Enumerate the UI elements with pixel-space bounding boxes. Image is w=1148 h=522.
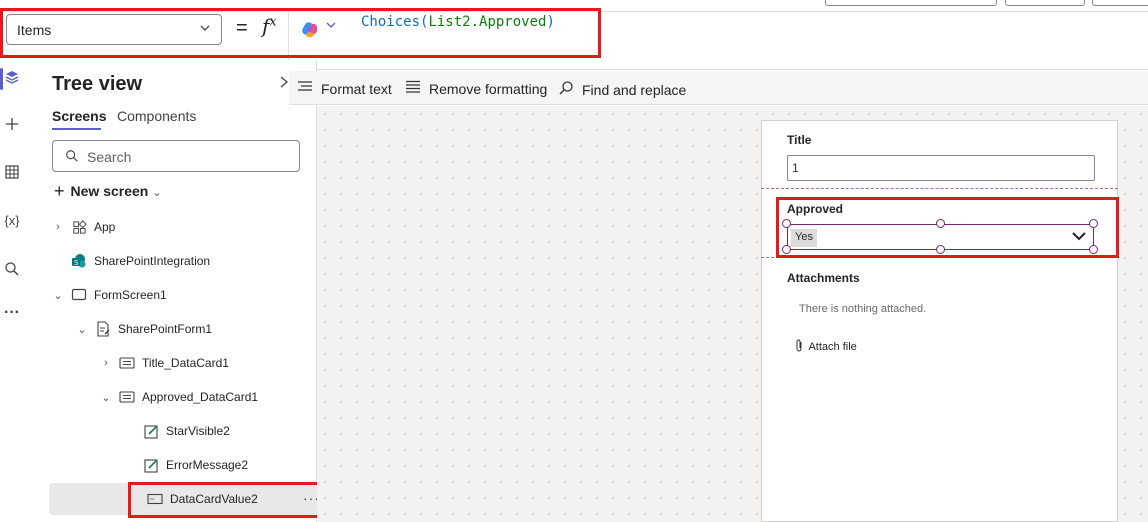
plus-icon[interactable] bbox=[0, 116, 24, 137]
node-label: SharePointForm1 bbox=[118, 322, 213, 336]
node-label: App bbox=[94, 220, 116, 234]
node-label: StarVisible2 bbox=[166, 424, 230, 438]
highlight-approved-field bbox=[776, 197, 1119, 258]
title-input[interactable]: 1 bbox=[787, 155, 1095, 181]
tab-screens[interactable]: Screens bbox=[52, 108, 106, 124]
tree-node-sharepointform1[interactable]: ⌄ SharePointForm1 bbox=[76, 312, 302, 346]
format-text-icon bbox=[297, 80, 313, 97]
tree-node-errormessage2[interactable]: ErrorMessage2 bbox=[136, 448, 302, 482]
top-button-3[interactable] bbox=[1092, 0, 1148, 6]
tree-search-input[interactable]: Search bbox=[52, 140, 300, 172]
new-screen-label: New screen bbox=[70, 183, 149, 199]
remove-formatting-button[interactable]: Remove formatting bbox=[405, 80, 547, 97]
format-toolbar: Format text Remove formatting Find and r… bbox=[289, 71, 1148, 105]
app-icon bbox=[70, 219, 88, 235]
tree-node-title-datacard1[interactable]: › Title_DataCard1 bbox=[100, 346, 302, 380]
tree-node-sharepointintegration[interactable]: S SharePointIntegration bbox=[52, 244, 302, 278]
tree-node-starvisible2[interactable]: StarVisible2 bbox=[136, 414, 302, 448]
label-edit-icon bbox=[142, 423, 160, 439]
sharepoint-icon: S bbox=[70, 253, 88, 269]
search-placeholder: Search bbox=[87, 149, 132, 165]
top-button-2[interactable] bbox=[1005, 0, 1085, 6]
chevron-right-icon: › bbox=[104, 357, 108, 369]
remove-formatting-icon bbox=[405, 80, 421, 97]
tree-node-app[interactable]: › App bbox=[52, 210, 302, 244]
variables-icon[interactable]: {x} bbox=[0, 213, 24, 228]
datacard-icon bbox=[118, 355, 136, 371]
chevron-down-icon: ⌄ bbox=[53, 289, 63, 302]
node-label: ErrorMessage2 bbox=[166, 458, 249, 472]
node-label: Approved_DataCard1 bbox=[142, 390, 259, 404]
highlight-datacardvalue2 bbox=[128, 482, 327, 518]
tree-node-approved-datacard1[interactable]: ⌄ Approved_DataCard1 bbox=[100, 380, 302, 414]
format-text-label: Format text bbox=[321, 80, 392, 97]
chevron-right-icon: › bbox=[56, 221, 60, 233]
find-replace-label: Find and replace bbox=[582, 81, 687, 98]
node-label: SharePointIntegration bbox=[94, 254, 211, 268]
format-text-button[interactable]: Format text bbox=[297, 80, 392, 97]
paperclip-icon bbox=[794, 339, 808, 353]
table-icon[interactable] bbox=[0, 164, 24, 185]
attach-file-link[interactable]: Attach file bbox=[794, 339, 857, 353]
title-label: Title bbox=[787, 133, 812, 147]
top-button-1[interactable] bbox=[825, 0, 997, 6]
search-icon bbox=[65, 149, 79, 168]
find-replace-button[interactable]: Find and replace bbox=[558, 80, 686, 99]
node-label: Title_DataCard1 bbox=[142, 356, 229, 370]
screen-icon bbox=[70, 287, 88, 303]
tab-underline bbox=[52, 128, 101, 130]
chevron-down-icon: ⌄ bbox=[152, 187, 162, 199]
layers-icon[interactable] bbox=[0, 69, 24, 90]
datacard-icon bbox=[118, 389, 136, 405]
label-edit-icon bbox=[142, 457, 160, 473]
tab-components[interactable]: Components bbox=[117, 108, 196, 124]
attachments-empty: There is nothing attached. bbox=[799, 303, 927, 315]
new-screen-button[interactable]: + New screen ⌄ bbox=[54, 180, 162, 201]
chevron-down-icon: ⌄ bbox=[77, 323, 87, 336]
search-icon bbox=[558, 80, 574, 99]
tree-title: Tree view bbox=[52, 73, 143, 95]
node-label: FormScreen1 bbox=[94, 288, 167, 302]
tree-node-formscreen1[interactable]: ⌄ FormScreen1 bbox=[52, 278, 302, 312]
attachments-label: Attachments bbox=[787, 271, 860, 285]
remove-formatting-label: Remove formatting bbox=[429, 80, 548, 97]
svg-text:S: S bbox=[74, 259, 79, 267]
more-icon[interactable]: ··· bbox=[0, 304, 24, 322]
attach-file-label: Attach file bbox=[808, 341, 857, 353]
plus-icon: + bbox=[54, 181, 65, 201]
left-rail: {x} ··· bbox=[0, 60, 36, 522]
chevron-down-icon: ⌄ bbox=[101, 391, 111, 404]
form-icon bbox=[94, 321, 112, 337]
search-icon[interactable] bbox=[0, 261, 24, 282]
highlight-formula-bar bbox=[0, 8, 601, 58]
